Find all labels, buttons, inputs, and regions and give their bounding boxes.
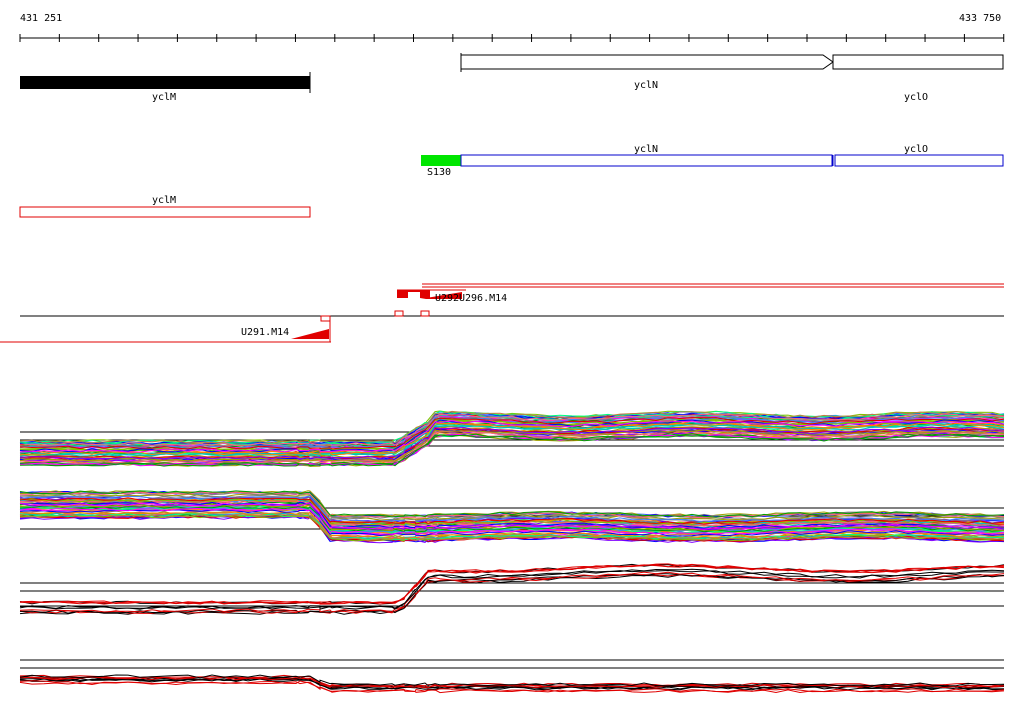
segment-label-yclO: yclO — [904, 144, 929, 155]
segment-label-yclM: yclM — [152, 195, 177, 206]
gene-yclO[interactable] — [832, 54, 1004, 70]
ruler-start-label: 431 251 — [20, 13, 63, 24]
gene-label-yclN: yclN — [634, 80, 659, 91]
genome-browser-canvas — [0, 34, 1005, 694]
segment-yclO[interactable] — [834, 154, 1004, 167]
profile-panel-2 — [19, 490, 1005, 544]
expression-series — [19, 563, 1005, 605]
segment-yclM[interactable] — [19, 206, 311, 218]
gene-yclM[interactable] — [20, 76, 310, 89]
feature-label-U292: U292 — [435, 293, 460, 304]
gene-label-yclM: yclM — [152, 92, 177, 103]
profile-panel-1 — [19, 410, 1005, 467]
profile-panel-3 — [19, 563, 1005, 615]
expression-profiles — [19, 410, 1005, 694]
segment-label-S130: S130 — [427, 167, 452, 178]
feature-label-U291: U291.M14 — [241, 327, 290, 338]
segment-S130[interactable] — [421, 155, 461, 166]
red-track — [19, 206, 311, 218]
gene-yclN[interactable] — [460, 53, 834, 72]
coordinate-ruler — [19, 34, 1005, 42]
feature-U292-marker[interactable] — [397, 290, 430, 298]
feature-label-U296: U296.M14 — [459, 293, 508, 304]
segment-yclN[interactable] — [460, 154, 833, 167]
operon-track — [421, 154, 1004, 167]
feature-U291-marker[interactable] — [291, 329, 329, 339]
segment-label-yclN: yclN — [634, 144, 659, 155]
gene-label-yclO: yclO — [904, 92, 929, 103]
gene-track — [20, 53, 1004, 93]
ruler-end-label: 433 750 — [959, 13, 1002, 24]
profile-panel-4 — [19, 659, 1005, 694]
expression-series — [19, 564, 1005, 605]
